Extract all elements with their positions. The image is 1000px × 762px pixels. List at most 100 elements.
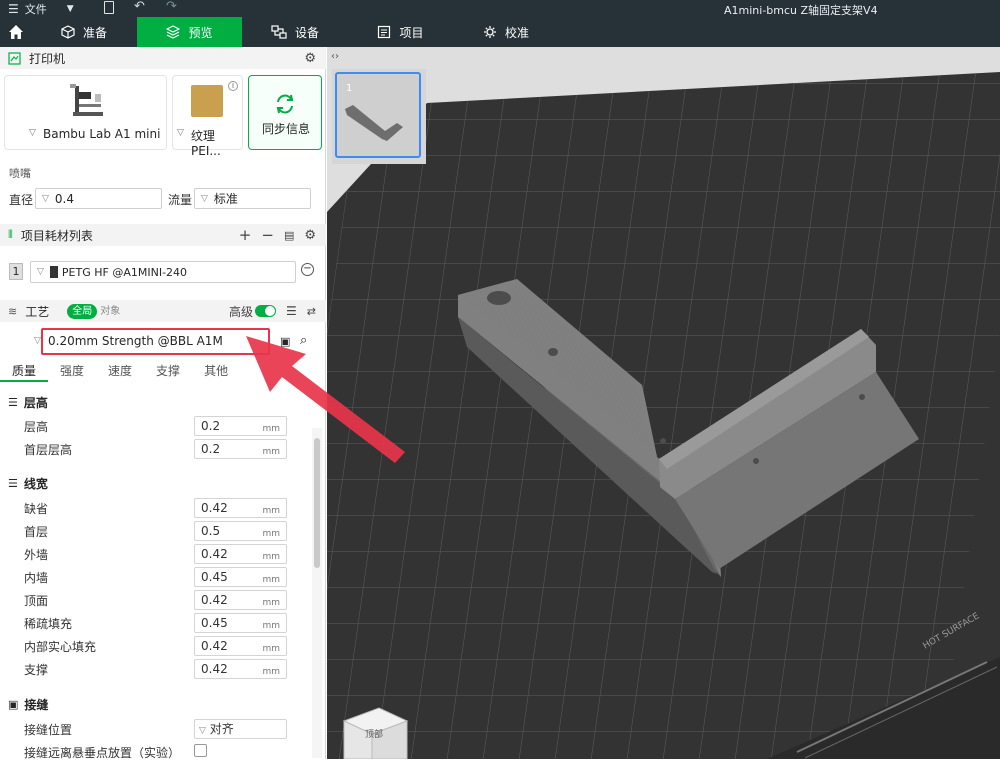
printer-select-card[interactable]: ▽ Bambu Lab A1 mini — [4, 75, 167, 150]
filament-color-swatch-icon — [49, 266, 58, 278]
home-icon — [8, 25, 23, 39]
param-value: 0.2 — [201, 419, 221, 433]
filament-remove-circle-icon[interactable]: − — [301, 263, 314, 276]
filament-sync-icon[interactable]: ▤ — [284, 229, 294, 242]
process-preset-select[interactable]: 0.20mm Strength @BBL A1M — [41, 328, 270, 355]
tab-label: 项目 — [399, 25, 424, 40]
subtab-support[interactable]: 支撑 — [144, 362, 192, 382]
param-value: 0.42 — [201, 593, 228, 607]
redo-icon[interactable]: ↷ — [166, 0, 177, 14]
param-label: 层高 — [24, 420, 49, 434]
device-icon — [271, 25, 287, 39]
param-input[interactable]: 0.42 mm — [194, 498, 287, 518]
nozzle-diameter-select[interactable]: ▽ 0.4 — [35, 188, 162, 209]
nozzle-flow-select[interactable]: ▽ 标准 — [194, 188, 311, 209]
param-line-width-default: 缺省 0.42 mm — [24, 498, 294, 518]
printer-model-label: Bambu Lab A1 mini — [43, 127, 161, 141]
param-label: 接缝位置 — [24, 723, 73, 737]
remove-filament-icon[interactable]: − — [261, 226, 274, 244]
param-unit: mm — [262, 552, 280, 562]
list-view-icon[interactable]: ☰ — [286, 304, 297, 318]
tab-device[interactable]: 设备 — [242, 17, 348, 47]
plate-number: 1 — [346, 83, 352, 94]
param-value: 0.42 — [201, 547, 228, 561]
param-label: 内墙 — [24, 571, 49, 585]
param-value: 0.45 — [201, 616, 228, 630]
param-label: 内部实心填充 — [24, 640, 97, 654]
title-bar: ☰ 文件 ▼ ↶ ↷ A1mini-bmcu Z轴固定支架V4 — [0, 0, 1000, 17]
chevron-down-icon: ▽ — [199, 726, 206, 736]
tab-preview[interactable]: 预览 — [137, 17, 242, 47]
sync-info-button[interactable]: 同步信息 — [248, 75, 322, 150]
annotation-arrow — [246, 336, 405, 463]
window-title: A1mini-bmcu Z轴固定支架V4 — [724, 4, 878, 17]
process-layers-icon: ≋ — [8, 304, 18, 318]
tab-label: 准备 — [82, 25, 107, 40]
nozzle-label: 喷嘴 — [9, 167, 31, 180]
filament-slot-badge: 1 — [9, 263, 23, 280]
param-label: 支撑 — [24, 663, 49, 677]
info-icon[interactable]: i — [228, 81, 238, 91]
plate-type-card[interactable]: i ▽ 纹理PEI... — [172, 75, 243, 158]
param-label: 接缝远离悬垂点放置（实验） — [24, 746, 181, 760]
staggered-seam-checkbox[interactable] — [194, 744, 207, 757]
param-input[interactable]: 0.42 mm — [194, 659, 287, 679]
home-button[interactable] — [0, 17, 31, 47]
settings-scrollbar[interactable] — [312, 428, 322, 758]
param-input[interactable]: 0.42 mm — [194, 590, 287, 610]
param-value: 0.42 — [201, 501, 228, 515]
line-width-group-label: 线宽 — [23, 477, 48, 491]
compare-icon[interactable]: ⇄ — [307, 305, 316, 318]
file-menu[interactable]: ☰ 文件 ▼ — [8, 1, 74, 17]
param-input[interactable]: 0.42 mm — [194, 636, 287, 656]
chevron-down-icon: ▽ — [42, 193, 49, 204]
seam-position-value: 对齐 — [209, 722, 234, 736]
chevron-down-icon: ▽ — [34, 336, 41, 346]
param-input[interactable]: 0.45 mm — [194, 613, 287, 633]
subtab-quality[interactable]: 质量 — [0, 362, 49, 382]
printer-section-icon — [8, 51, 21, 65]
add-filament-icon[interactable]: + — [239, 226, 252, 244]
seam-group-title: ▣ 接缝 — [8, 696, 48, 713]
pei-plate-icon — [191, 85, 223, 117]
seam-group-label: 接缝 — [24, 698, 49, 712]
collapse-panel-icon[interactable]: ‹› — [331, 51, 339, 62]
subtab-other[interactable]: 其他 — [192, 362, 240, 382]
filament-name: PETG HF @A1MINI-240 — [61, 265, 188, 279]
param-unit: mm — [262, 598, 280, 608]
param-label: 首层层高 — [24, 443, 73, 457]
tab-calibration[interactable]: 校准 — [453, 17, 559, 47]
printer-settings-gear-icon[interactable]: ⚙ — [304, 51, 316, 66]
param-input[interactable]: 0.42 mm — [194, 544, 287, 564]
tab-project[interactable]: 项目 — [348, 17, 453, 47]
scope-global-toggle[interactable]: 全局 — [67, 303, 98, 319]
undo-icon[interactable]: ↶ — [134, 0, 145, 14]
subtab-strength[interactable]: 强度 — [48, 362, 96, 382]
save-file-icon[interactable] — [104, 1, 114, 14]
cube-icon — [61, 25, 75, 39]
tab-prepare[interactable]: 准备 — [31, 17, 137, 47]
param-line-width-support: 支撑 0.42 mm — [24, 659, 294, 679]
subtab-speed[interactable]: 速度 — [96, 362, 144, 382]
filament-select[interactable]: ▽ PETG HF @A1MINI-240 — [30, 261, 296, 283]
param-unit: mm — [262, 667, 280, 677]
param-value: 0.2 — [201, 442, 221, 456]
seam-position-select[interactable]: ▽ 对齐 — [194, 719, 287, 739]
param-input[interactable]: 0.45 mm — [194, 567, 287, 587]
param-value: 0.5 — [201, 524, 221, 538]
param-value: 0.42 — [201, 639, 228, 653]
layer-height-icon: ☰ — [8, 396, 18, 409]
process-preset-value: 0.20mm Strength @BBL A1M — [48, 334, 223, 348]
filament-settings-gear-icon[interactable]: ⚙ — [304, 228, 316, 243]
preview-viewport[interactable]: HOT SURFACE 1 ‹› 顶部 — [327, 47, 1000, 759]
layer-height-group-label: 层高 — [23, 396, 48, 410]
filament-spool-icon: ⦀ — [8, 228, 13, 241]
scope-object-toggle[interactable]: 对象 — [95, 304, 125, 319]
param-seam-position: 接缝位置 ▽ 对齐 — [24, 719, 294, 739]
param-label: 外墙 — [24, 548, 49, 562]
param-input[interactable]: 0.5 mm — [194, 521, 287, 541]
param-line-width-top-surface: 顶面 0.42 mm — [24, 590, 294, 610]
process-section-title: 工艺 — [25, 304, 50, 319]
advanced-toggle[interactable] — [255, 305, 277, 317]
sync-info-label: 同步信息 — [262, 122, 311, 136]
